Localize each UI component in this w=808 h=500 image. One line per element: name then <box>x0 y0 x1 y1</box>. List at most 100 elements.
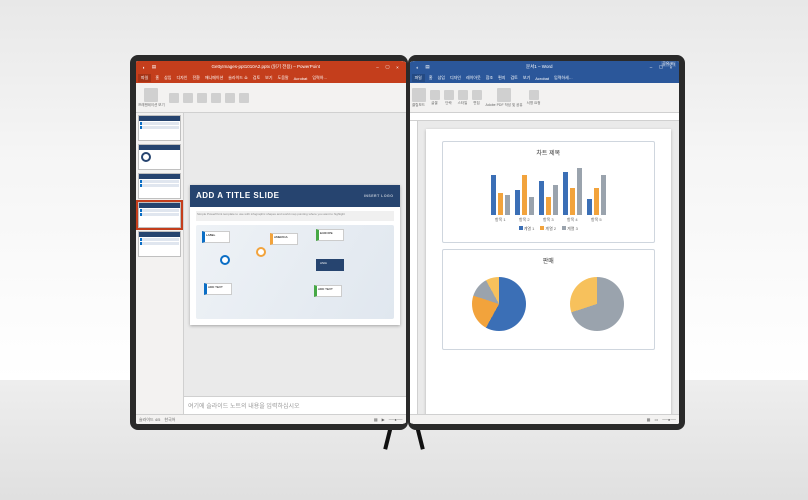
reading-view-icon[interactable] <box>211 93 221 103</box>
minimize-button[interactable]: – <box>647 65 655 70</box>
word-statusbar: ▦ ▭ ──●── <box>410 414 680 424</box>
pie-charts <box>451 269 647 339</box>
menu-file[interactable]: 파일 <box>138 74 151 82</box>
share-button[interactable]: 공유(R) <box>661 61 676 67</box>
ppt-workspace: ADD A TITLE SLIDE INSERT LOGO Simple Pow… <box>136 113 406 414</box>
map-node-e: ADD TEXT <box>204 283 232 295</box>
bar-chart-legend: 계열 1 계열 2 계열 3 <box>451 226 647 232</box>
slide-logo-placeholder: INSERT LOGO <box>364 194 394 198</box>
menu-review[interactable]: 검토 <box>252 75 261 81</box>
autosave-toggle[interactable]: ◐ <box>414 65 422 70</box>
word-ribbon: 클립보드 글꼴 단락 스타일 편집 Adobe PDF 작성 및 공유 서명 요… <box>410 83 680 113</box>
thumbnail-2[interactable] <box>138 144 181 170</box>
thumbnail-4[interactable] <box>138 202 181 228</box>
menu-file[interactable]: 파일 <box>412 74 425 82</box>
ppt-window-title: GettyImages-ppt1010A2.pptx (읽기 전용) – Pow… <box>160 64 372 70</box>
zoom-slider[interactable]: ──●── <box>662 417 676 422</box>
normal-view-icon[interactable] <box>144 88 158 102</box>
horizontal-ruler[interactable] <box>410 113 680 121</box>
slide-thumbnails <box>136 113 184 414</box>
styles-icon[interactable] <box>458 90 468 100</box>
menu-acrobat[interactable]: Acrobat <box>534 76 550 81</box>
ppt-statusbar: 슬라이드 4/5 한국어 ▦ ▶ ──●── <box>136 414 406 424</box>
slide-world-map: LABEL AMERICA EUROPE ASIA ADD TEXT ADD T… <box>196 225 394 319</box>
menu-search[interactable]: 입력하… <box>311 75 328 81</box>
editing-icon[interactable] <box>472 90 482 100</box>
ribbon-view-label: 프레젠테이션 보기 <box>138 103 165 108</box>
status-language: 한국어 <box>164 417 175 423</box>
paste-icon[interactable] <box>412 88 426 102</box>
powerpoint-app: ◐ ▤ GettyImages-ppt1010A2.pptx (읽기 전용) –… <box>136 61 406 424</box>
view-normal-icon[interactable]: ▦ <box>374 417 378 422</box>
menu-mailings[interactable]: 편지 <box>497 75 506 81</box>
zoom-slider[interactable]: ──●── <box>389 417 403 422</box>
bar-chart[interactable]: 차트 제목 항목 1항목 2항목 3항목 4항목 5 계열 1 계열 2 계열 … <box>442 141 656 243</box>
menu-references[interactable]: 참조 <box>485 75 494 81</box>
menu-acrobat[interactable]: Acrobat <box>293 76 309 81</box>
map-node-f: ADD TEXT <box>314 285 342 297</box>
menu-design[interactable]: 디자인 <box>175 75 188 81</box>
view-slideshow-icon[interactable]: ▶ <box>382 417 385 422</box>
status-slide-count: 슬라이드 4/5 <box>139 417 160 423</box>
thumbnail-3[interactable] <box>138 173 181 199</box>
pie-chart-1 <box>472 277 526 331</box>
bar-chart-bars <box>451 161 647 215</box>
notes-page-icon[interactable] <box>197 93 207 103</box>
word-app: ◐ ▤ 문서1 – Word – ▢ × 파일 홈 삽입 디자인 레이아웃 참조… <box>410 61 680 424</box>
color-icon[interactable] <box>239 93 249 103</box>
maximize-button[interactable]: ▢ <box>384 64 392 70</box>
save-icon[interactable]: ▤ <box>150 64 158 70</box>
menu-design[interactable]: 디자인 <box>449 75 462 81</box>
page-scroll[interactable]: 차트 제목 항목 1항목 2항목 3항목 4항목 5 계열 1 계열 2 계열 … <box>418 121 680 414</box>
thumbnail-5[interactable] <box>138 231 181 257</box>
menu-insert[interactable]: 삽입 <box>437 75 446 81</box>
slide-editor: ADD A TITLE SLIDE INSERT LOGO Simple Pow… <box>184 113 406 414</box>
save-icon[interactable]: ▤ <box>424 64 432 70</box>
adobe-pdf-icon[interactable] <box>497 88 511 102</box>
map-node-b: AMERICA <box>270 233 298 245</box>
close-button[interactable]: × <box>394 65 402 70</box>
menu-layout[interactable]: 레이아웃 <box>465 75 482 81</box>
bar-chart-title: 차트 제목 <box>451 148 647 157</box>
slide-notes[interactable]: 여기에 슬라이드 노트의 내용을 입력하십시오 <box>184 396 406 414</box>
word-titlebar: ◐ ▤ 문서1 – Word – ▢ × <box>410 61 680 73</box>
current-slide[interactable]: ADD A TITLE SLIDE INSERT LOGO Simple Pow… <box>190 185 400 325</box>
map-node-a: LABEL <box>202 231 230 243</box>
signature-icon[interactable] <box>529 90 539 100</box>
menu-insert[interactable]: 삽입 <box>163 75 172 81</box>
menu-help[interactable]: 도움말 <box>277 75 290 81</box>
view-read-icon[interactable]: ▭ <box>654 417 658 422</box>
menu-review[interactable]: 검토 <box>509 75 518 81</box>
menu-transitions[interactable]: 전환 <box>191 75 200 81</box>
menu-slideshow[interactable]: 슬라이드 쇼 <box>227 75 249 81</box>
foldable-device: ◐ ▤ GettyImages-ppt1010A2.pptx (읽기 전용) –… <box>130 55 685 430</box>
autosave-toggle[interactable]: ◐ <box>140 65 148 70</box>
menu-view[interactable]: 보기 <box>522 75 531 81</box>
thumbnail-1[interactable] <box>138 115 181 141</box>
pie-chart-card[interactable]: 판매 <box>442 249 656 350</box>
document-page[interactable]: 차트 제목 항목 1항목 2항목 3항목 4항목 5 계열 1 계열 2 계열 … <box>426 129 672 414</box>
map-node-d: ASIA <box>316 259 344 271</box>
menu-search[interactable]: 입력하세… <box>553 75 574 81</box>
bar-chart-categories: 항목 1항목 2항목 3항목 4항목 5 <box>451 217 647 223</box>
right-screen: ◐ ▤ 문서1 – Word – ▢ × 파일 홈 삽입 디자인 레이아웃 참조… <box>408 55 686 430</box>
outline-view-icon[interactable] <box>169 93 179 103</box>
view-print-layout-icon[interactable]: ▦ <box>647 417 651 422</box>
minimize-button[interactable]: – <box>374 65 382 70</box>
vertical-ruler[interactable] <box>410 121 418 414</box>
menu-view[interactable]: 보기 <box>264 75 273 81</box>
menu-home[interactable]: 홈 <box>154 75 160 81</box>
menu-home[interactable]: 홈 <box>428 75 434 81</box>
font-icon[interactable] <box>430 90 440 100</box>
map-dot-1 <box>220 255 230 265</box>
slide-subtitle: Simple PowerPoint template to use with i… <box>196 211 394 221</box>
menu-animations[interactable]: 애니메이션 <box>204 75 224 81</box>
ppt-ribbon: 프레젠테이션 보기 <box>136 83 406 113</box>
map-dot-2 <box>256 247 266 257</box>
ppt-menubar: 파일 홈 삽입 디자인 전환 애니메이션 슬라이드 쇼 검토 보기 도움말 Ac… <box>136 73 406 83</box>
zoom-icon[interactable] <box>225 93 235 103</box>
word-window-title: 문서1 – Word <box>434 64 646 70</box>
slide-sorter-icon[interactable] <box>183 93 193 103</box>
word-menubar: 파일 홈 삽입 디자인 레이아웃 참조 편지 검토 보기 Acrobat 입력하… <box>410 73 680 83</box>
paragraph-icon[interactable] <box>444 90 454 100</box>
